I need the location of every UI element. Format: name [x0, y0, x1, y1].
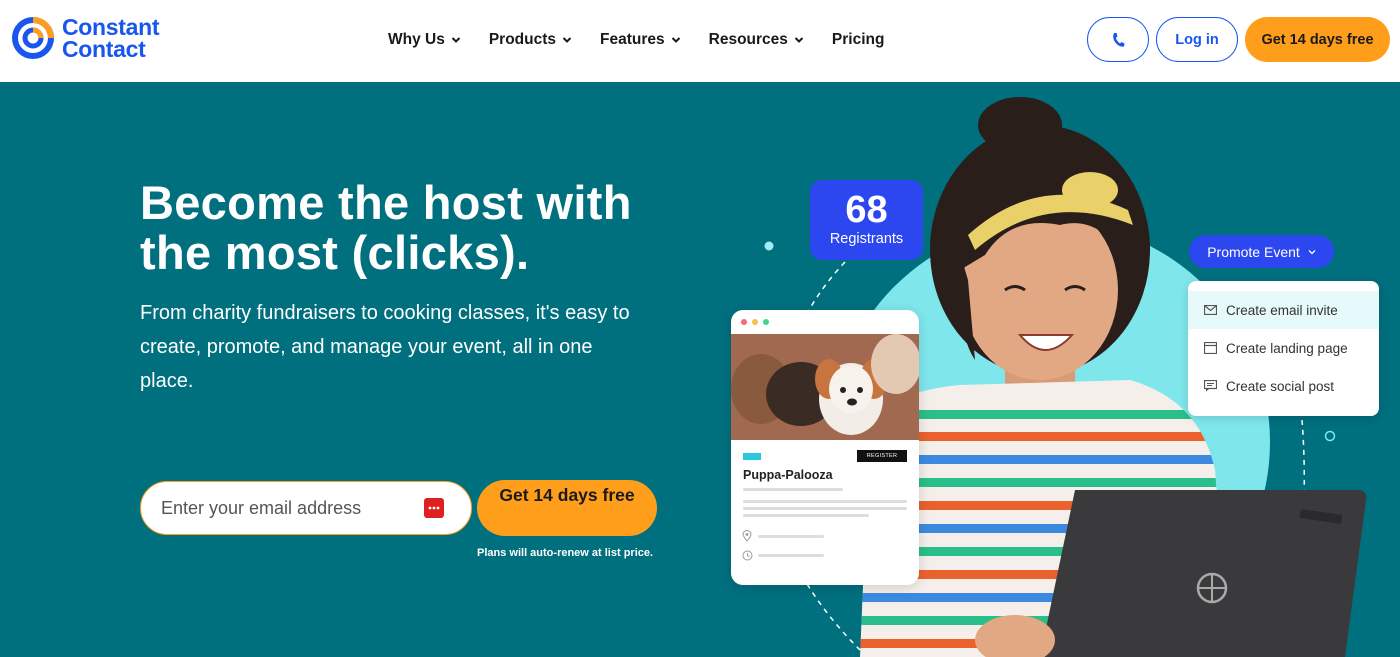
- menu-item-social-post: Create social post: [1188, 367, 1379, 405]
- menu-item-email-invite: Create email invite: [1188, 291, 1379, 329]
- location-pin-icon: [742, 530, 752, 542]
- clock-icon: [742, 550, 753, 561]
- mail-icon: [1204, 305, 1217, 315]
- registrants-count: 68: [845, 189, 888, 231]
- menu-item-label: Create email invite: [1226, 302, 1338, 318]
- event-preview-card: REGISTER Puppa-Palooza: [731, 310, 919, 585]
- placeholder-line: [743, 488, 843, 491]
- page-icon: [1204, 342, 1217, 354]
- event-tag: [743, 453, 761, 460]
- promote-event-menu: Create email invite Create landing page …: [1188, 281, 1379, 416]
- promote-event-label: Promote Event: [1207, 243, 1300, 260]
- menu-item-label: Create landing page: [1226, 340, 1348, 356]
- placeholder-line: [743, 507, 907, 510]
- register-badge: REGISTER: [857, 450, 907, 462]
- placeholder-line: [743, 514, 869, 517]
- chevron-down-icon: [1308, 249, 1316, 254]
- promote-event-button: Promote Event: [1189, 235, 1334, 268]
- menu-item-label: Create social post: [1226, 378, 1335, 394]
- puppy-image: [731, 334, 919, 440]
- placeholder-line: [758, 554, 824, 557]
- post-icon: [1204, 380, 1217, 392]
- placeholder-line: [743, 500, 907, 503]
- registrants-label: Registrants: [829, 231, 904, 247]
- registrants-card: 68 Registrants: [810, 180, 923, 260]
- placeholder-line: [758, 535, 824, 538]
- menu-item-landing-page: Create landing page: [1188, 329, 1379, 367]
- window-dots: [731, 310, 919, 334]
- event-title: Puppa-Palooza: [743, 468, 833, 482]
